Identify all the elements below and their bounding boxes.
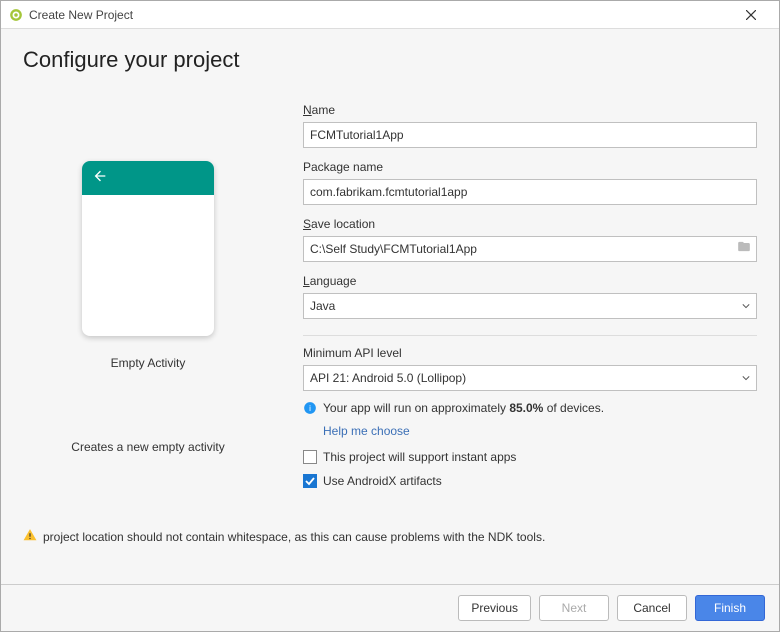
page-title: Configure your project: [23, 47, 757, 73]
browse-folder-button[interactable]: [737, 240, 751, 259]
androidx-label: Use AndroidX artifacts: [323, 474, 442, 488]
dialog-body: Configure your project Empty Activity Cr…: [1, 29, 779, 584]
save-location-input[interactable]: [303, 236, 757, 262]
finish-button[interactable]: Finish: [695, 595, 765, 621]
window-close-button[interactable]: [731, 1, 771, 29]
template-name: Empty Activity: [111, 356, 186, 370]
language-value: Java: [310, 299, 335, 313]
window-title: Create New Project: [29, 8, 133, 22]
api-info-row: i Your app will run on approximately 85.…: [303, 401, 757, 418]
package-name-label: Package name: [303, 160, 757, 174]
help-me-choose-link[interactable]: Help me choose: [323, 424, 410, 438]
warning-icon: [23, 528, 37, 545]
phone-preview-header: [82, 161, 214, 195]
titlebar: Create New Project: [1, 1, 779, 29]
form-column: Name Package name Save location Language…: [303, 91, 757, 488]
app-icon: [9, 8, 23, 22]
androidx-checkbox[interactable]: [303, 474, 317, 488]
cancel-button[interactable]: Cancel: [617, 595, 687, 621]
language-label: Language: [303, 274, 757, 288]
name-label: Name: [303, 103, 757, 117]
back-arrow-icon: [92, 168, 108, 189]
divider: [303, 335, 757, 336]
instant-apps-checkbox[interactable]: [303, 450, 317, 464]
phone-preview: [82, 161, 214, 336]
svg-text:i: i: [309, 404, 311, 413]
min-api-label: Minimum API level: [303, 346, 757, 360]
dialog-footer: Previous Next Cancel Finish: [1, 584, 779, 631]
instant-apps-label: This project will support instant apps: [323, 450, 516, 464]
info-icon: i: [303, 401, 317, 418]
dialog-window: Create New Project Configure your projec…: [0, 0, 780, 632]
androidx-row: Use AndroidX artifacts: [303, 474, 757, 488]
language-select[interactable]: Java: [303, 293, 757, 319]
template-description: Creates a new empty activity: [71, 440, 224, 454]
min-api-select[interactable]: API 21: Android 5.0 (Lollipop): [303, 365, 757, 391]
instant-apps-row: This project will support instant apps: [303, 450, 757, 464]
save-location-label: Save location: [303, 217, 757, 231]
template-preview-column: Empty Activity Creates a new empty activ…: [23, 91, 273, 488]
next-button[interactable]: Next: [539, 595, 609, 621]
warning-text: project location should not contain whit…: [43, 530, 545, 544]
warning-row: project location should not contain whit…: [23, 528, 757, 545]
chevron-down-icon: [742, 371, 750, 385]
name-input[interactable]: [303, 122, 757, 148]
package-name-input[interactable]: [303, 179, 757, 205]
api-info-text: Your app will run on approximately 85.0%…: [323, 401, 604, 415]
previous-button[interactable]: Previous: [458, 595, 531, 621]
chevron-down-icon: [742, 299, 750, 313]
min-api-value: API 21: Android 5.0 (Lollipop): [310, 371, 466, 385]
